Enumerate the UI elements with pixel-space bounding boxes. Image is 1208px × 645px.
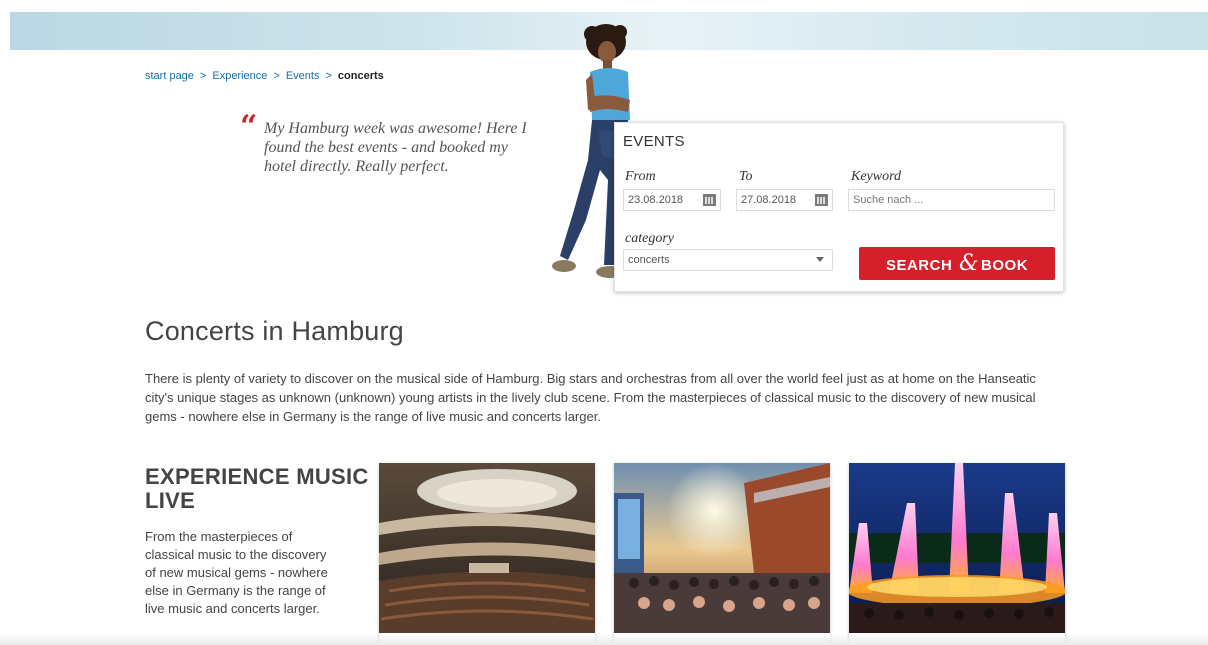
to-date-field[interactable]: 27.08.2018 <box>736 189 833 211</box>
search-and-book-button[interactable]: SEARCH & BOOK <box>859 247 1055 280</box>
keyword-placeholder: Suche nach ... <box>853 194 924 206</box>
from-label: From <box>625 169 656 184</box>
breadcrumb-events[interactable]: Events <box>286 70 320 82</box>
events-search-panel: EVENTS From 23.08.2018 To 27.08.2018 Key… <box>614 122 1064 292</box>
quote-mark-icon: “ <box>240 109 258 144</box>
bottom-fade <box>0 634 1208 645</box>
card-water-light-fountain[interactable] <box>849 463 1065 645</box>
breadcrumb-current: concerts <box>337 70 384 82</box>
to-label: To <box>739 169 753 184</box>
category-label: category <box>625 231 674 246</box>
breadcrumb-experience[interactable]: Experience <box>212 70 267 82</box>
breadcrumb-separator: > <box>199 70 207 82</box>
from-date-field[interactable]: 23.08.2018 <box>623 189 721 211</box>
book-button-label: BOOK <box>981 257 1029 274</box>
calendar-icon[interactable] <box>703 194 716 206</box>
keyword-label: Keyword <box>851 169 902 184</box>
category-select[interactable]: concerts <box>623 249 833 271</box>
concert-hall-photo <box>379 463 595 633</box>
events-title: EVENTS <box>623 133 685 150</box>
section-text: From the masterpieces of classical music… <box>145 529 328 616</box>
water-light-fountain-photo <box>849 463 1065 633</box>
top-strip <box>0 0 1208 12</box>
ampersand-glyph: & <box>958 251 980 276</box>
breadcrumb-start-page[interactable]: start page <box>145 70 194 82</box>
intro-paragraph: There is plenty of variety to discover o… <box>145 371 1036 424</box>
quote-text: My Hamburg week was awesome! Here I foun… <box>264 120 527 175</box>
keyword-input[interactable]: Suche nach ... <box>848 189 1055 211</box>
card-concert-hall[interactable] <box>379 463 595 645</box>
section-title: EXPERIENCE MUSIC LIVE <box>145 464 369 513</box>
open-air-crowd-photo <box>614 463 830 633</box>
from-date-value: 23.08.2018 <box>628 194 684 206</box>
testimonial-quote: “ My Hamburg week was awesome! Here I fo… <box>240 109 540 176</box>
breadcrumb-separator: > <box>273 70 280 82</box>
page-title: Concerts in Hamburg <box>145 316 404 346</box>
to-date-value: 27.08.2018 <box>741 194 797 206</box>
chevron-down-icon <box>816 257 824 262</box>
calendar-icon[interactable] <box>815 194 828 206</box>
breadcrumb-separator: > <box>325 70 332 82</box>
search-button-label: SEARCH <box>885 257 953 274</box>
breadcrumb: start page > Experience > Events > concerts <box>145 70 384 82</box>
category-value: concerts <box>628 254 670 266</box>
card-open-air-concert[interactable] <box>614 463 830 645</box>
